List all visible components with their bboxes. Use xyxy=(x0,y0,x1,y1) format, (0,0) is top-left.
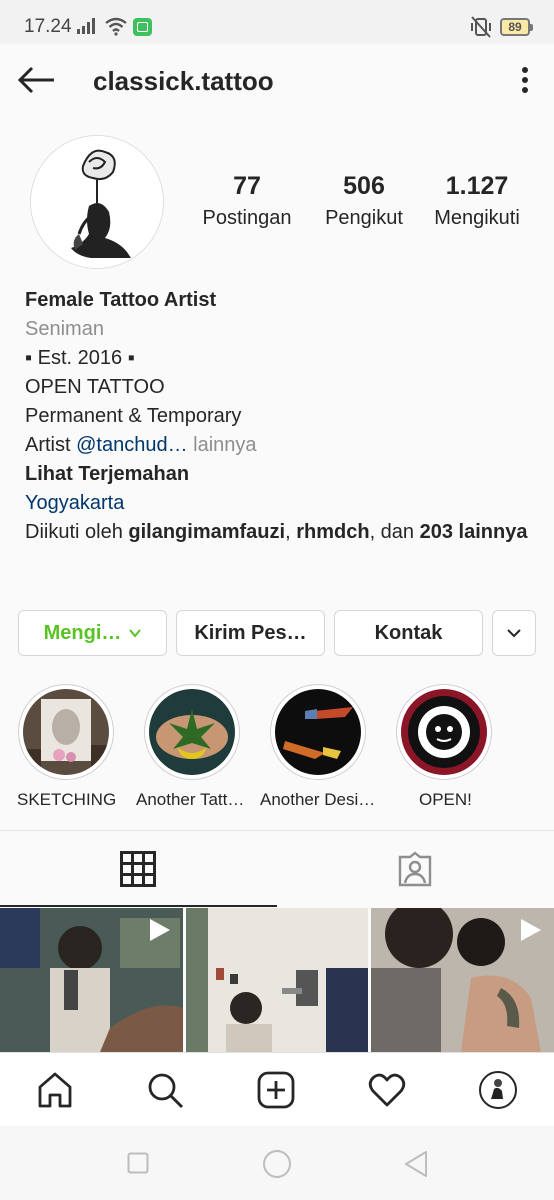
chevron-down-icon xyxy=(507,629,521,638)
video-icon xyxy=(150,919,170,941)
back-triangle-icon[interactable] xyxy=(403,1150,429,1178)
avatar-illustration xyxy=(31,136,163,268)
bio-mention-link[interactable]: @tanchud… xyxy=(76,434,187,456)
highlight-label: Another Tatt… xyxy=(136,790,245,809)
following-button-label: Mengi… xyxy=(43,621,122,644)
posts-label: Postingan xyxy=(202,207,292,229)
bio-more-link[interactable]: lainnya xyxy=(188,434,256,456)
profile-header: classick.tattoo xyxy=(0,44,554,120)
system-navigation-bar xyxy=(0,1126,554,1200)
message-button[interactable]: Kirim Pes… xyxy=(176,610,325,656)
profile-bio: Female Tattoo Artist Seniman ▪ Est. 2016… xyxy=(25,286,535,547)
activity-heart-icon[interactable] xyxy=(368,1071,406,1109)
following-button[interactable]: Mengi… xyxy=(18,610,167,656)
highlight-ring xyxy=(396,684,492,780)
back-arrow-icon[interactable] xyxy=(18,66,56,94)
highlight-ring xyxy=(144,684,240,780)
contact-button[interactable]: Kontak xyxy=(334,610,483,656)
highlight-label: OPEN! xyxy=(419,790,472,809)
highlight-thumbnail xyxy=(149,689,235,775)
followed-count: 203 lainnya xyxy=(419,521,528,543)
more-options-icon[interactable] xyxy=(513,64,537,96)
bio-name: Female Tattoo Artist xyxy=(25,289,217,311)
bio-artist-prefix: Artist xyxy=(25,434,77,456)
signal-icon xyxy=(77,18,95,34)
suggested-accounts-button[interactable] xyxy=(492,610,536,656)
search-icon[interactable] xyxy=(146,1071,184,1109)
notification-app-icon xyxy=(133,18,152,36)
location-link[interactable]: Yogyakarta xyxy=(25,489,535,518)
following-label: Mengikuti xyxy=(434,207,520,229)
recent-apps-icon[interactable] xyxy=(127,1152,149,1174)
video-icon xyxy=(521,919,541,941)
chevron-down-icon xyxy=(129,629,142,638)
post-thumbnail[interactable] xyxy=(371,908,554,1052)
highlight-another-design[interactable] xyxy=(268,684,368,780)
followed-by-prefix: Diikuti oleh xyxy=(25,521,129,543)
bio-category: Seniman xyxy=(25,318,104,340)
profile-avatar-tab[interactable] xyxy=(479,1071,517,1109)
bio-line-open: OPEN TATTOO xyxy=(25,376,165,398)
new-post-icon[interactable] xyxy=(257,1071,295,1109)
bio-line-est: ▪ Est. 2016 ▪ xyxy=(25,347,135,369)
tab-posts-grid[interactable] xyxy=(0,831,277,907)
stat-followers[interactable]: 506 Pengikut xyxy=(316,172,412,230)
status-bar: 17.24 89 xyxy=(0,0,554,44)
post-thumbnail[interactable] xyxy=(0,908,183,1052)
stat-following[interactable]: 1.127 Mengikuti xyxy=(426,172,528,230)
bio-line-permanent: Permanent & Temporary xyxy=(25,405,242,427)
highlight-ring xyxy=(18,684,114,780)
highlight-label: SKETCHING xyxy=(17,790,117,809)
followed-by[interactable]: Diikuti oleh gilangimamfauzi, rhmdch, da… xyxy=(25,518,535,547)
followers-label: Pengikut xyxy=(325,207,403,229)
highlight-thumbnail xyxy=(23,689,109,775)
highlight-label: Another Desi… xyxy=(260,790,376,809)
status-time: 17.24 xyxy=(24,16,72,37)
profile-avatar[interactable] xyxy=(30,135,164,269)
followers-count: 506 xyxy=(343,172,385,200)
vibrate-mute-icon xyxy=(471,16,491,38)
followed-and: , dan xyxy=(369,521,420,543)
battery-indicator: 89 xyxy=(500,18,533,36)
wifi-icon xyxy=(105,17,127,36)
home-circle-icon[interactable] xyxy=(262,1149,292,1179)
profile-tab-thumbnail xyxy=(483,1075,513,1105)
translate-link[interactable]: Lihat Terjemahan xyxy=(25,460,535,489)
post-thumbnail[interactable] xyxy=(186,908,368,1052)
highlight-open[interactable] xyxy=(394,684,494,780)
stat-posts[interactable]: 77 Postingan xyxy=(196,172,298,230)
bottom-navigation xyxy=(0,1052,554,1126)
followed-user-2: rhmdch xyxy=(296,521,370,543)
home-icon[interactable] xyxy=(36,1071,74,1109)
contact-button-label: Kontak xyxy=(374,621,443,644)
profile-tabs xyxy=(0,830,554,907)
tagged-person-icon xyxy=(398,851,432,887)
followed-sep: , xyxy=(285,521,297,543)
bio-line-artist: Artist @tanchud… lainnya xyxy=(25,431,535,460)
posts-count: 77 xyxy=(233,172,261,200)
highlight-sketching[interactable] xyxy=(16,684,116,780)
highlight-ring xyxy=(270,684,366,780)
following-count: 1.127 xyxy=(445,172,509,200)
highlight-another-tattoo[interactable] xyxy=(142,684,242,780)
profile-username: classick.tattoo xyxy=(93,66,274,96)
highlight-thumbnail xyxy=(275,689,361,775)
grid-icon xyxy=(120,851,156,887)
tab-tagged[interactable] xyxy=(277,831,554,907)
highlight-thumbnail xyxy=(401,689,487,775)
message-button-label: Kirim Pes… xyxy=(194,621,307,644)
followed-user-1: gilangimamfauzi xyxy=(128,521,286,543)
